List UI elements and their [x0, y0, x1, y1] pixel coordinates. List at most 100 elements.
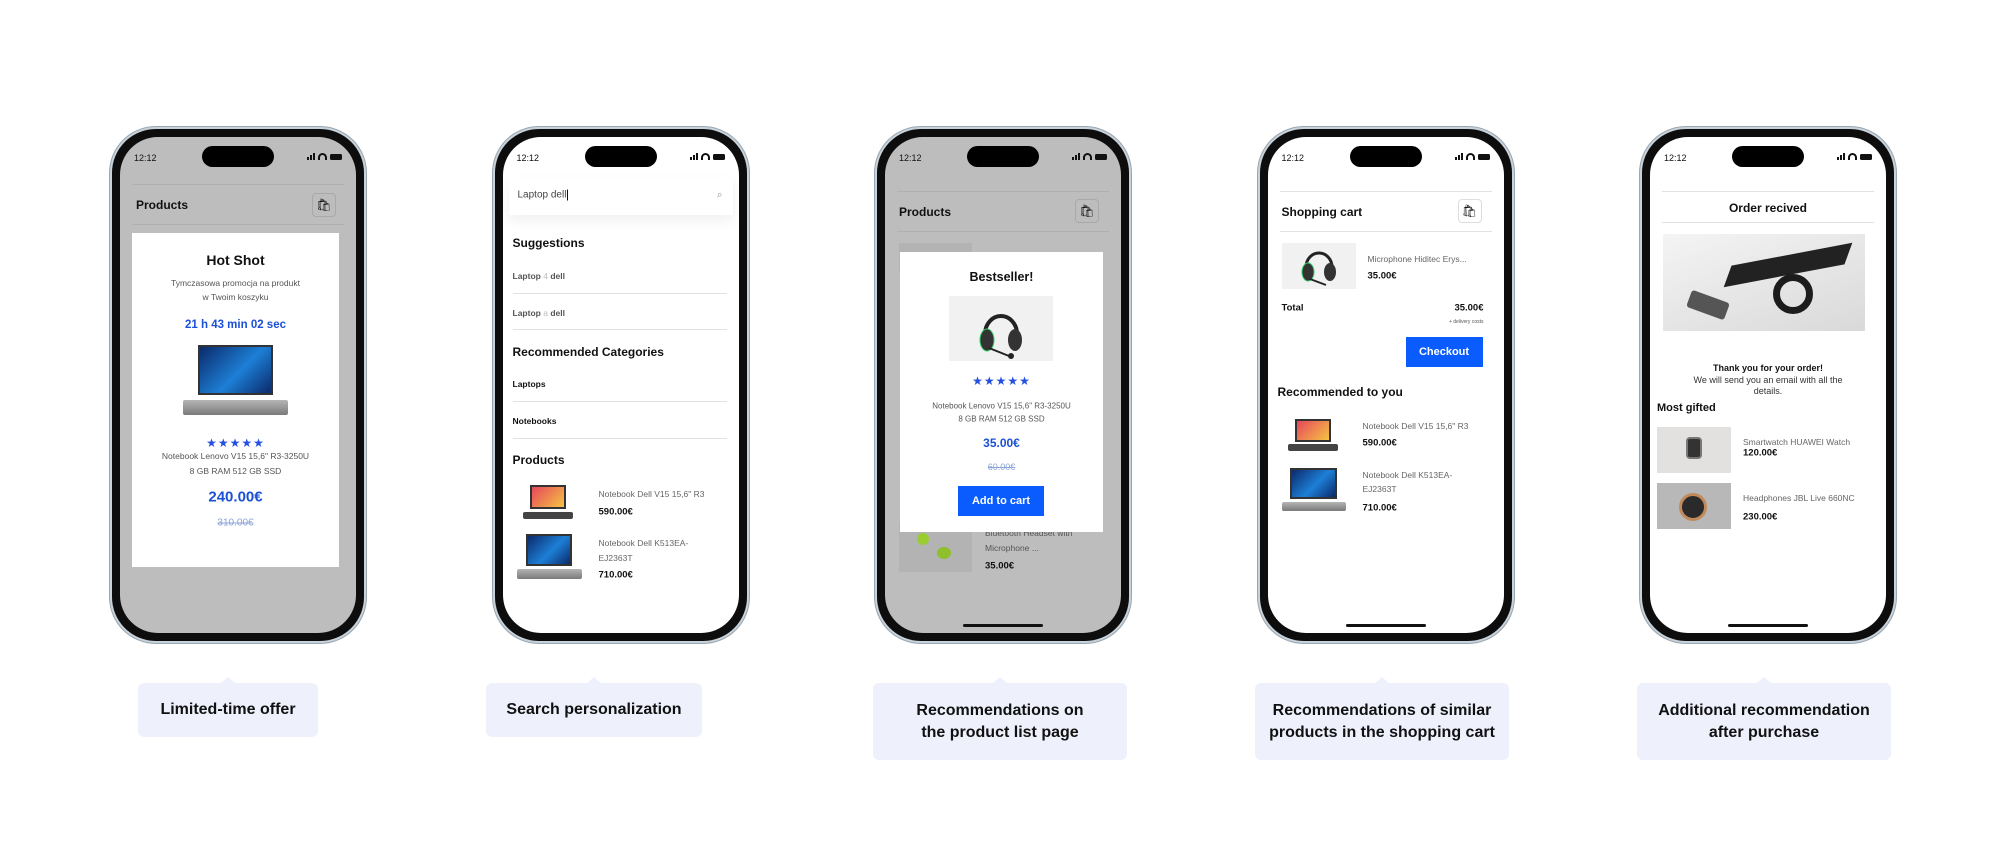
- headset-icon: [1301, 251, 1336, 286]
- caption-text: after purchase: [1708, 723, 1820, 741]
- screen: 12:12 Products 🛍 Hot Shot Tymczasowa pro…: [120, 137, 356, 633]
- rating-stars: ★★★★★: [206, 436, 265, 450]
- phone-order-received: 12:12 Order recived Thank you for your o…: [1640, 127, 1896, 643]
- divider: [132, 184, 344, 185]
- signal-icon: [1454, 153, 1463, 160]
- screen: 12:12 Products 🛍 Bluetooth Headset with …: [885, 137, 1121, 633]
- phone-limited-offer: 12:12 Products 🛍 Hot Shot Tymczasowa pro…: [110, 127, 366, 643]
- status-icons: [1454, 153, 1490, 160]
- laptop-image[interactable]: [1287, 419, 1338, 451]
- product-name[interactable]: Headphones JBL Live 660NC: [1743, 493, 1855, 503]
- divider: [512, 329, 727, 330]
- search-icon[interactable]: ⌕: [717, 190, 723, 201]
- status-time: 12:12: [516, 153, 540, 163]
- status-time: 12:12: [134, 153, 157, 163]
- smartwatch-image[interactable]: [1657, 427, 1731, 473]
- shopping-bag-icon: 🛍: [1079, 204, 1095, 218]
- signal-icon: [1837, 153, 1845, 160]
- caption-text: products in the shopping cart: [1269, 723, 1495, 741]
- checkout-button[interactable]: Checkout: [1405, 337, 1483, 367]
- add-to-cart-button[interactable]: Add to cart: [958, 486, 1044, 516]
- suggestions-title: Suggestions: [512, 236, 585, 250]
- caption-text: Additional recommendation: [1658, 701, 1870, 719]
- popup-subtitle: w Twoim koszyku: [202, 292, 269, 302]
- laptop-image[interactable]: [522, 485, 573, 519]
- product-name: EJ2363T: [598, 553, 633, 563]
- laptop-image[interactable]: [1281, 468, 1346, 511]
- promo-price: 35.00€: [983, 436, 1020, 450]
- divider: [897, 231, 1109, 232]
- signal-icon: [689, 153, 698, 160]
- headphones-image[interactable]: [1657, 483, 1731, 529]
- caption-limited-offer: Limited-time offer: [138, 677, 318, 737]
- caption-search: Search personalization: [486, 677, 702, 737]
- status-time: 12:12: [1664, 153, 1687, 163]
- shopping-bag-icon: 🛍: [1461, 204, 1478, 218]
- category-item[interactable]: Laptops: [513, 379, 546, 389]
- caption-product-list: Recommendations on the product list page: [873, 677, 1127, 760]
- signal-icon: [1072, 153, 1080, 160]
- status-icons: [1072, 153, 1107, 160]
- cart-item-name[interactable]: Microphone Hiditec Erys...: [1368, 254, 1467, 264]
- headset-image[interactable]: [1281, 243, 1356, 289]
- product-name[interactable]: Notebook Dell V15 15,6" R3: [1363, 421, 1469, 431]
- product-name: EJ2363T: [1362, 484, 1397, 494]
- cart-button[interactable]: 🛍: [312, 193, 336, 217]
- popup-title: Hot Shot: [206, 252, 265, 268]
- shopping-bag-icon: 🛍: [316, 198, 332, 212]
- home-indicator: [1345, 624, 1426, 627]
- laptop-image: [183, 345, 288, 415]
- headset-icon: [979, 314, 1022, 359]
- status-time: 12:12: [899, 153, 922, 163]
- product-description: 8 GB RAM 512 GB SSD: [189, 466, 282, 476]
- suggestion-text: 4: [543, 271, 548, 281]
- product-name[interactable]: Notebook Dell K513EA-: [599, 538, 689, 548]
- delivery-note: + delivery costs: [1448, 319, 1484, 325]
- most-gifted-title: Most gifted: [1657, 402, 1716, 414]
- popup-title: Bestseller!: [969, 270, 1034, 284]
- battery-icon: [1095, 153, 1107, 160]
- phone-shopping-cart: 12:12 Shopping cart 🛍 Microphone Hiditec…: [1257, 127, 1514, 643]
- cart-button[interactable]: 🛍: [1075, 199, 1099, 223]
- total-label: Total: [1281, 302, 1304, 314]
- screen: 12:12 Laptop dell ⌕ Suggestions Laptop 4…: [502, 137, 739, 633]
- status-icons: [307, 153, 342, 160]
- caption-text: the product list page: [921, 723, 1079, 741]
- product-description: Notebook Lenovo V15 15,6" R3-3250U: [161, 451, 310, 461]
- category-item[interactable]: Notebooks: [513, 416, 557, 426]
- total-value: 35.00€: [1454, 302, 1484, 314]
- product-name[interactable]: Smartwatch HUAWEI Watch: [1743, 437, 1850, 447]
- suggestion-item[interactable]: Laptop a dell: [513, 308, 565, 318]
- wifi-icon: [1083, 153, 1092, 160]
- caption-text: Recommendations on: [916, 701, 1084, 719]
- status-icons: [689, 153, 725, 160]
- search-input[interactable]: Laptop dell ⌕: [508, 177, 733, 215]
- caption-text: Recommendations of similar: [1272, 701, 1492, 719]
- caption-text: Limited-time offer: [160, 701, 296, 718]
- search-value: Laptop dell: [517, 189, 569, 201]
- divider: [512, 401, 727, 402]
- page-title: Products: [136, 198, 189, 212]
- product-name[interactable]: Notebook Dell K513EA-: [1363, 470, 1453, 480]
- product-price: 590.00€: [598, 506, 633, 518]
- product-price: 230.00€: [1743, 511, 1778, 523]
- popup-subtitle: Tymczasowa promocja na produkt: [171, 278, 300, 288]
- suggestion-text: dell: [550, 271, 565, 281]
- status-time: 12:12: [1281, 153, 1305, 163]
- product-name[interactable]: Notebook Dell V15 15,6" R3: [599, 489, 705, 499]
- home-indicator: [963, 624, 1043, 627]
- order-hero-image: [1663, 234, 1865, 331]
- phone-search: 12:12 Laptop dell ⌕ Suggestions Laptop 4…: [492, 127, 749, 643]
- cart-button[interactable]: 🛍: [1457, 199, 1482, 223]
- phone-product-list: 12:12 Products 🛍 Bluetooth Headset with …: [875, 127, 1131, 643]
- status-icons: [1837, 153, 1872, 160]
- suggestion-item[interactable]: Laptop 4 dell: [513, 271, 565, 281]
- caption-after-purchase: Additional recommendation after purchase: [1637, 677, 1891, 760]
- divider: [1279, 231, 1492, 232]
- recommended-title: Recommended to you: [1277, 385, 1403, 399]
- laptop-image[interactable]: [516, 534, 582, 579]
- suggestion-text: Laptop: [512, 271, 541, 281]
- products-title: Products: [512, 453, 565, 467]
- divider: [512, 438, 727, 439]
- hot-shot-popup: Hot Shot Tymczasowa promocja na produkt …: [132, 233, 339, 567]
